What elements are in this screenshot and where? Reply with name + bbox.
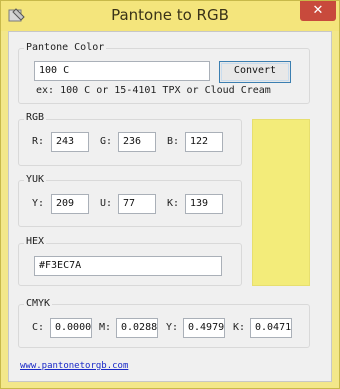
yuk-group-label: YUK xyxy=(24,174,47,186)
rgb-r-field[interactable]: 243 xyxy=(51,132,89,152)
hex-field[interactable]: #F3EC7A xyxy=(34,256,222,276)
website-link[interactable]: www.pantonetorgb.com xyxy=(20,360,128,372)
cmyk-c-field[interactable]: 0.0000 xyxy=(50,318,92,338)
color-swatch xyxy=(252,119,310,286)
window-title: Pantone to RGB xyxy=(111,6,229,24)
close-icon[interactable]: ✕ xyxy=(300,1,336,21)
rgb-g-field[interactable]: 236 xyxy=(118,132,156,152)
yuk-u-field[interactable]: 77 xyxy=(118,194,156,214)
pantone-example-text: ex: 100 C or 15-4101 TPX or Cloud Cream xyxy=(36,85,271,96)
hex-group-label: HEX xyxy=(24,236,47,248)
cmyk-y-field[interactable]: 0.4979 xyxy=(183,318,225,338)
cmyk-c-label: C: xyxy=(32,322,45,333)
pantone-color-input[interactable]: 100 C xyxy=(34,61,210,81)
cmyk-m-field[interactable]: 0.0288 xyxy=(116,318,158,338)
yuk-k-label: K: xyxy=(167,198,180,209)
convert-button[interactable]: Convert xyxy=(219,61,291,83)
cmyk-m-label: M: xyxy=(99,322,112,333)
cmyk-k-field[interactable]: 0.0471 xyxy=(250,318,292,338)
yuk-y-field[interactable]: 209 xyxy=(51,194,89,214)
rgb-r-label: R: xyxy=(32,136,45,147)
rgb-b-label: B: xyxy=(167,136,180,147)
yuk-u-label: U: xyxy=(100,198,113,209)
yuk-k-field[interactable]: 139 xyxy=(185,194,223,214)
yuk-y-label: Y: xyxy=(32,198,45,209)
cmyk-y-label: Y: xyxy=(166,322,179,333)
rgb-g-label: G: xyxy=(100,136,113,147)
rgb-b-field[interactable]: 122 xyxy=(185,132,223,152)
cmyk-group-label: CMYK xyxy=(24,298,53,310)
cmyk-k-label: K: xyxy=(233,322,246,333)
rgb-group-label: RGB xyxy=(24,112,47,124)
pantone-group-label: Pantone Color xyxy=(24,42,107,54)
